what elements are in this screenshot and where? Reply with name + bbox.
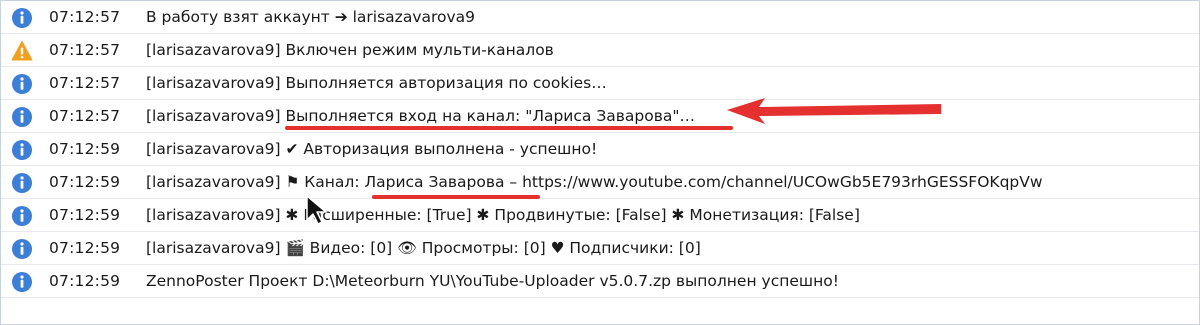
log-row[interactable]: 07:12:59 ZennoPoster Проект D:\Meteorbur… xyxy=(1,265,1199,298)
info-icon xyxy=(11,238,33,260)
log-account-prefix: [larisazavarova9] xyxy=(146,107,281,125)
info-icon xyxy=(11,106,33,128)
log-account-prefix: [larisazavarova9] xyxy=(146,74,281,92)
log-time: 07:12:59 xyxy=(49,272,121,290)
log-message: [larisazavarova9] Выполняется вход на ка… xyxy=(146,107,695,125)
log-time: 07:12:57 xyxy=(49,74,121,92)
log-message: [larisazavarova9] ✔ Авторизация выполнен… xyxy=(146,140,597,158)
log-account-prefix: [larisazavarova9] xyxy=(146,140,281,158)
log-row[interactable]: 07:12:59 [larisazavarova9] ⚑ Канал: Лари… xyxy=(1,166,1199,199)
log-text: В работу взят аккаунт ➔ larisazavarova9 xyxy=(146,8,476,26)
log-message: ZennoPoster Проект D:\Meteorburn YU\YouT… xyxy=(146,272,839,290)
log-text: ZennoPoster Проект D:\Meteorburn YU\YouT… xyxy=(146,272,839,290)
log-time: 07:12:59 xyxy=(49,173,121,191)
log-message: [larisazavarova9] 🎬 Видео: [0] 👁 Просмот… xyxy=(146,239,701,257)
log-row[interactable]: 07:12:59 [larisazavarova9] ✱ Расширенные… xyxy=(1,199,1199,232)
log-text: Выполняется вход на канал: "Лариса Завар… xyxy=(285,107,695,125)
info-icon xyxy=(11,271,33,293)
log-account-prefix: [larisazavarova9] xyxy=(146,41,281,59)
log-text: Выполняется авторизация по cookies… xyxy=(285,74,607,92)
log-time: 07:12:57 xyxy=(49,41,121,59)
log-time: 07:12:59 xyxy=(49,239,121,257)
annotation-underline-channel-name xyxy=(372,195,540,199)
log-time: 07:12:57 xyxy=(49,8,121,26)
info-icon xyxy=(11,139,33,161)
log-time: 07:12:59 xyxy=(49,206,121,224)
log-text: Включен режим мульти-каналов xyxy=(285,41,554,59)
log-text: ✱ Расширенные: [True] ✱ Продвинутые: [Fa… xyxy=(285,206,860,224)
info-icon xyxy=(11,172,33,194)
log-message: [larisazavarova9] Выполняется авторизаци… xyxy=(146,74,607,92)
log-row[interactable]: 07:12:59 [larisazavarova9] ✔ Авторизация… xyxy=(1,133,1199,166)
log-text: ✔ Авторизация выполнена - успешно! xyxy=(285,140,598,158)
log-panel: 07:12:57 В работу взят аккаунт ➔ larisaz… xyxy=(0,0,1200,325)
info-icon xyxy=(11,205,33,227)
log-text: ⚑ Канал: Лариса Заварова – https://www.y… xyxy=(285,173,1043,191)
warning-icon xyxy=(11,40,33,62)
log-account-prefix: [larisazavarova9] xyxy=(146,206,281,224)
log-message: [larisazavarova9] ✱ Расширенные: [True] … xyxy=(146,206,860,224)
log-row[interactable]: 07:12:57 В работу взят аккаунт ➔ larisaz… xyxy=(1,1,1199,34)
log-text: 🎬 Видео: [0] 👁 Просмотры: [0] ♥ Подписчи… xyxy=(285,239,701,257)
info-icon xyxy=(11,7,33,29)
log-message: В работу взят аккаунт ➔ larisazavarova9 xyxy=(146,8,475,26)
log-account-prefix: [larisazavarova9] xyxy=(146,173,281,191)
log-row[interactable]: 07:12:59 [larisazavarova9] 🎬 Видео: [0] … xyxy=(1,232,1199,265)
log-account-prefix: [larisazavarova9] xyxy=(146,239,281,257)
mouse-cursor-icon xyxy=(306,195,327,225)
log-message: [larisazavarova9] Включен режим мульти-к… xyxy=(146,41,554,59)
log-time: 07:12:57 xyxy=(49,107,121,125)
log-time: 07:12:59 xyxy=(49,140,121,158)
info-icon xyxy=(11,73,33,95)
log-row[interactable]: 07:12:57 [larisazavarova9] Включен режим… xyxy=(1,34,1199,67)
log-message: [larisazavarova9] ⚑ Канал: Лариса Заваро… xyxy=(146,173,1043,191)
log-row[interactable]: 07:12:57 [larisazavarova9] Выполняется а… xyxy=(1,67,1199,100)
annotation-underline-channel-entry xyxy=(285,126,733,130)
